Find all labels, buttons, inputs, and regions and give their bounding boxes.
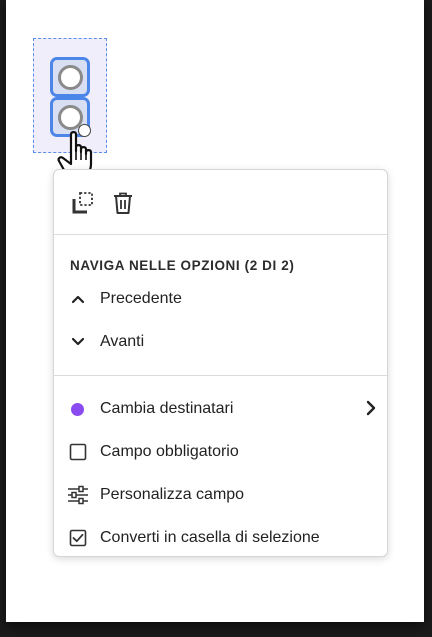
options-navigation-title: NAVIGA NELLE OPZIONI (2 DI 2) [70, 258, 295, 273]
radio-circle [57, 64, 83, 90]
previous-label: Precedente [100, 290, 182, 307]
menu-toolbar [54, 170, 387, 234]
customize-field-item[interactable]: Personalizza campo [54, 477, 387, 513]
delete-button[interactable] [108, 188, 138, 218]
chevron-down-icon [71, 337, 84, 346]
required-field-item[interactable]: Campo obbligatorio [54, 434, 387, 470]
chevron-up-icon [71, 295, 84, 304]
chevron-right-icon [366, 400, 376, 416]
convert-label: Converti in casella di selezione [100, 529, 320, 546]
next-label: Avanti [100, 333, 145, 350]
recipient-dot-icon [71, 402, 84, 416]
change-recipients-label: Cambia destinatari [100, 400, 234, 417]
next-option-item[interactable]: Avanti [54, 324, 387, 360]
document-page: NAVIGA NELLE OPZIONI (2 DI 2) Precedente… [6, 0, 424, 622]
change-recipients-item[interactable]: Cambia destinatari [54, 391, 387, 427]
customize-field-label: Personalizza campo [100, 486, 245, 503]
copy-icon [72, 192, 93, 214]
required-field-label: Campo obbligatorio [100, 443, 239, 460]
radio-button-option-1[interactable] [50, 57, 90, 97]
duplicate-button[interactable] [68, 188, 98, 218]
convert-to-checkbox-item[interactable]: Converti in casella di selezione [54, 520, 387, 556]
trash-icon [114, 192, 132, 214]
field-context-menu: NAVIGA NELLE OPZIONI (2 DI 2) Precedente… [53, 169, 388, 557]
menu-divider [54, 234, 387, 235]
sliders-icon [67, 485, 88, 505]
checkbox-empty-icon [69, 443, 86, 461]
previous-option-item[interactable]: Precedente [54, 281, 387, 317]
menu-divider [54, 375, 387, 376]
checkbox-checked-icon [69, 529, 86, 547]
